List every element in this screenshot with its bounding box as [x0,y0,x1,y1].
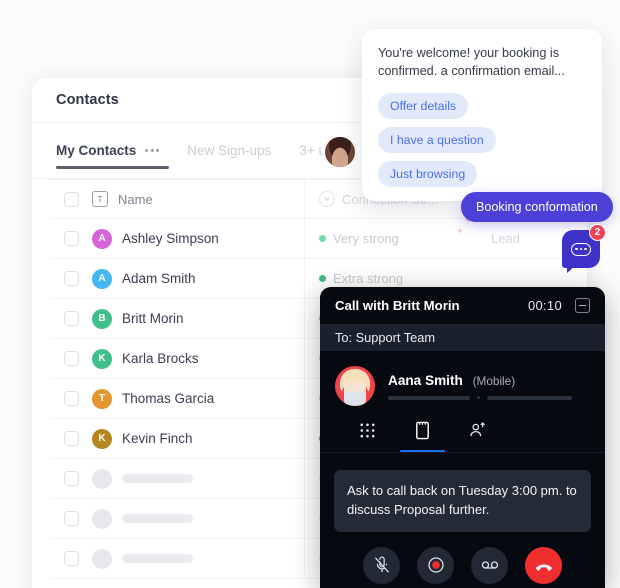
contact-name: Karla Brocks [122,351,199,366]
contact-avatar: K [92,428,112,449]
row-checkbox[interactable] [50,391,92,406]
connection-strength: Very strong [333,231,399,246]
callee-avatar [335,366,375,406]
call-timer: 00:10 [527,298,562,313]
connection-strength-cell: Very strong [305,219,477,258]
call-widget: Call with Britt Morin 00:10 To: Support … [320,287,605,588]
contact-avatar: B [92,308,112,329]
row-checkbox[interactable] [50,511,92,526]
contact-name: Thomas Garcia [122,391,215,406]
row-checkbox[interactable] [50,351,92,366]
text-type-icon: T [92,191,108,207]
quick-reply-chip[interactable]: I have a question [378,127,496,154]
callee-name-text: Aana Smith [388,372,463,388]
skeleton-name-cell [92,539,305,578]
call-action-bar [320,546,605,584]
callee-detail-placeholder [388,395,590,400]
skeleton-name-cell [92,499,305,538]
quick-reply-list: Offer details I have a question Just brows… [378,93,586,188]
contact-name-cell: A Ashley Simpson [92,219,305,258]
call-note[interactable]: Ask to call back on Tuesday 3:00 pm. to … [334,470,591,532]
contact-type: Lead [491,231,520,246]
voicemail-button[interactable] [471,546,508,584]
tab-my-contacts[interactable]: My Contacts [56,143,160,158]
callee-name: Aana Smith (Mobile) [388,373,590,388]
row-checkbox[interactable] [50,551,92,566]
minimize-icon[interactable] [575,298,590,313]
type-cell: Lead [477,219,569,258]
booking-confirmation-badge[interactable]: Booking conformation [461,192,613,222]
table-row[interactable]: A Ashley Simpson Very strong Lead [50,219,569,259]
chat-message: You're welcome! your booking is confirme… [378,46,565,78]
contact-name-cell: A Adam Smith [92,259,305,298]
chevron-down-circle-icon [319,191,335,207]
record-icon [427,557,444,573]
hangup-button[interactable] [525,546,562,584]
contact-name: Britt Morin [122,311,184,326]
voicemail-icon [481,561,498,569]
row-checkbox[interactable] [50,271,92,286]
active-tab-indicator [56,166,169,169]
call-header: Call with Britt Morin 00:10 [320,287,605,324]
dialpad-tab[interactable] [340,420,395,453]
select-all-checkbox[interactable] [50,191,92,207]
call-title: Call with Britt Morin [335,298,460,313]
overflow-menu-icon[interactable] [145,149,160,152]
mic-muted-icon [374,556,389,573]
quick-reply-chip[interactable]: Offer details [378,93,469,120]
status-dot [319,275,326,282]
row-checkbox[interactable] [50,431,92,446]
unread-count-badge: 2 [589,224,606,241]
add-person-icon [470,422,485,437]
dialpad-icon [360,423,375,438]
add-person-tab[interactable] [450,420,505,453]
row-checkbox[interactable] [50,471,92,486]
app-stage: Contacts My Contacts New Sign-ups 3+ use… [0,0,620,588]
skeleton-name-cell [92,459,305,498]
contact-name-cell: T Thomas Garcia [92,379,305,418]
connection-strength: Extra strong [333,271,404,286]
contact-avatar: K [92,348,112,369]
contact-name: Adam Smith [122,271,196,286]
row-checkbox[interactable] [50,231,92,246]
notepad-icon [416,421,429,440]
contact-name: Kevin Finch [122,431,193,446]
callee-row: Aana Smith (Mobile) [320,351,605,406]
contact-name-cell: B Britt Morin [92,299,305,338]
hangup-icon [535,564,552,571]
tab-my-contacts-label: My Contacts [56,143,137,158]
contact-avatar: T [92,388,112,409]
record-button[interactable] [417,546,454,584]
chat-popup: You're welcome! your booking is confirme… [362,29,602,202]
callee-line-type: (Mobile) [472,373,516,388]
contact-name-cell: K Karla Brocks [92,339,305,378]
page-title: Contacts [56,92,119,108]
column-header-name[interactable]: T Name [92,180,305,218]
contact-name-cell: K Kevin Finch [92,419,305,458]
quick-reply-chip[interactable]: Just browsing [378,161,478,188]
tab-new-signups[interactable]: New Sign-ups [187,143,271,158]
tab-new-signups-label: New Sign-ups [187,143,272,158]
status-dot [319,235,326,242]
contact-name: Ashley Simpson [122,231,219,246]
row-checkbox[interactable] [50,311,92,326]
contact-avatar: A [92,228,112,249]
contact-avatar: A [92,268,112,289]
chat-launcher-button[interactable]: 2 [562,224,606,273]
call-recipient: To: Support Team [320,324,605,351]
mute-button[interactable] [363,546,400,584]
notepad-tab[interactable] [395,420,450,453]
avatar[interactable] [323,135,357,169]
column-header-name-label: Name [118,191,153,207]
call-tools [320,406,605,453]
